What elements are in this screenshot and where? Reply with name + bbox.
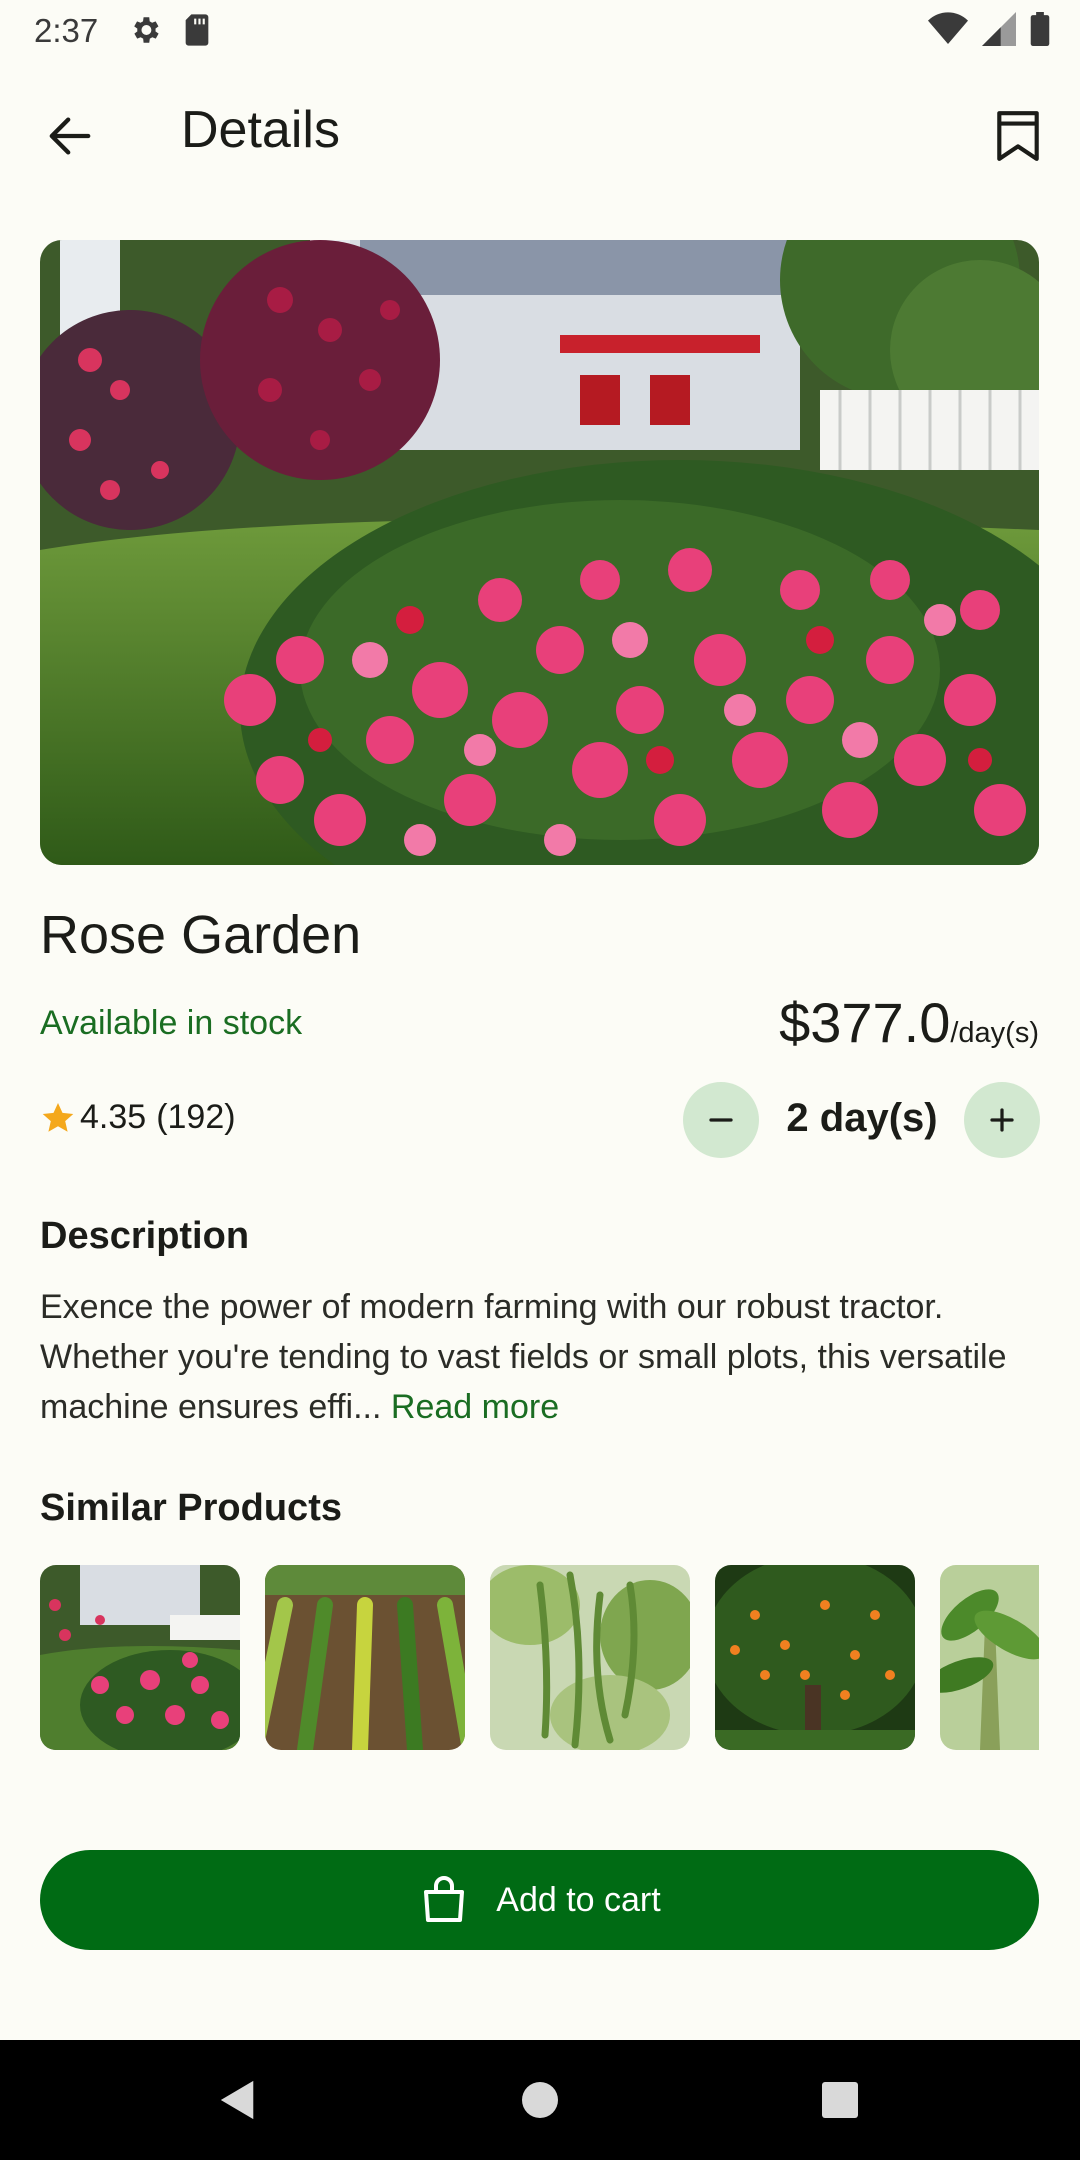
add-to-cart-label: Add to cart <box>496 1880 661 1919</box>
similar-product-green-beans[interactable] <box>490 1565 690 1750</box>
star-icon <box>42 1102 74 1132</box>
similar-products-heading: Similar Products <box>40 1487 342 1529</box>
battery-icon <box>1030 12 1050 54</box>
minus-icon <box>709 1118 733 1122</box>
similar-product-vegetable-rows[interactable] <box>265 1565 465 1750</box>
arrow-back-icon <box>49 117 91 155</box>
circle-home-icon <box>522 2082 558 2118</box>
add-to-cart-button[interactable]: Add to cart <box>40 1850 1039 1950</box>
system-navigation-bar <box>0 2040 1080 2160</box>
bookmark-button[interactable] <box>982 100 1054 172</box>
decrease-quantity-button[interactable] <box>683 1082 759 1158</box>
rating: 4.35 (192) <box>40 1098 236 1137</box>
bookmark-icon <box>997 111 1039 161</box>
status-time: 2:37 <box>34 12 99 49</box>
similar-product-banana-plant[interactable] <box>940 1565 1039 1750</box>
increase-quantity-button[interactable] <box>964 1082 1040 1158</box>
nav-recents-button[interactable] <box>780 2040 900 2160</box>
shopping-bag-icon <box>424 1876 465 1922</box>
page-title: Details <box>181 101 340 159</box>
wifi-icon <box>928 12 968 54</box>
product-name: Rose Garden <box>40 905 362 965</box>
review-count: (192) <box>156 1098 236 1136</box>
back-button[interactable] <box>36 102 104 170</box>
description-heading: Description <box>40 1215 250 1257</box>
price-unit: /day(s) <box>950 1017 1039 1049</box>
description-text: Exence the power of modern farming with … <box>40 1282 1040 1432</box>
nav-home-button[interactable] <box>480 2040 600 2160</box>
similar-product-rose-garden[interactable] <box>40 1565 240 1750</box>
triangle-back-icon <box>220 2080 254 2120</box>
plus-icon <box>990 1108 1014 1132</box>
sd-card-icon <box>182 13 218 49</box>
price: $377.0 /day(s) <box>779 990 1039 1055</box>
similar-products-list <box>40 1565 1039 1750</box>
rating-value: 4.35 <box>80 1098 147 1136</box>
nav-back-button[interactable] <box>178 2040 298 2160</box>
settings-gear-icon <box>128 13 164 49</box>
product-image <box>40 240 1039 865</box>
similar-product-orange-tree[interactable] <box>715 1565 915 1750</box>
square-recents-icon <box>822 2082 858 2118</box>
quantity-value: 2 day(s) <box>786 1096 938 1140</box>
app-bar: Details <box>0 80 1080 180</box>
status-bar: 2:37 <box>0 0 1080 62</box>
stock-status: Available in stock <box>40 1004 303 1042</box>
read-more-link[interactable]: Read more <box>391 1388 559 1426</box>
price-value: $377.0 <box>779 991 951 1054</box>
cell-signal-icon <box>982 12 1016 54</box>
